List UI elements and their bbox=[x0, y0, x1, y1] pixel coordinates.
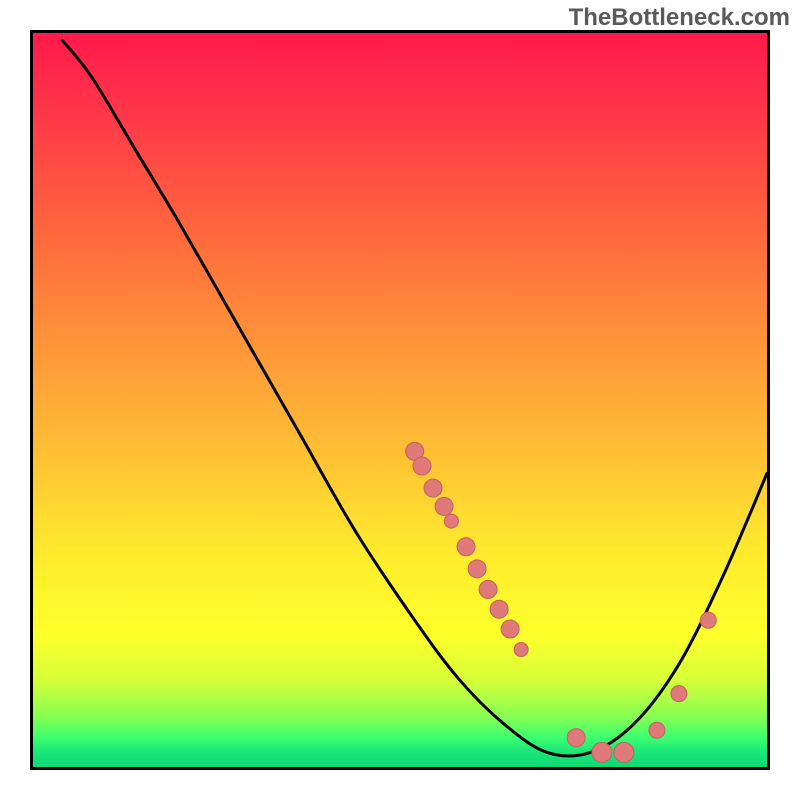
plot-area bbox=[30, 30, 770, 770]
chart-container: TheBottleneck.com bbox=[0, 0, 800, 800]
gradient-background bbox=[33, 33, 767, 767]
watermark-text: TheBottleneck.com bbox=[569, 4, 790, 32]
